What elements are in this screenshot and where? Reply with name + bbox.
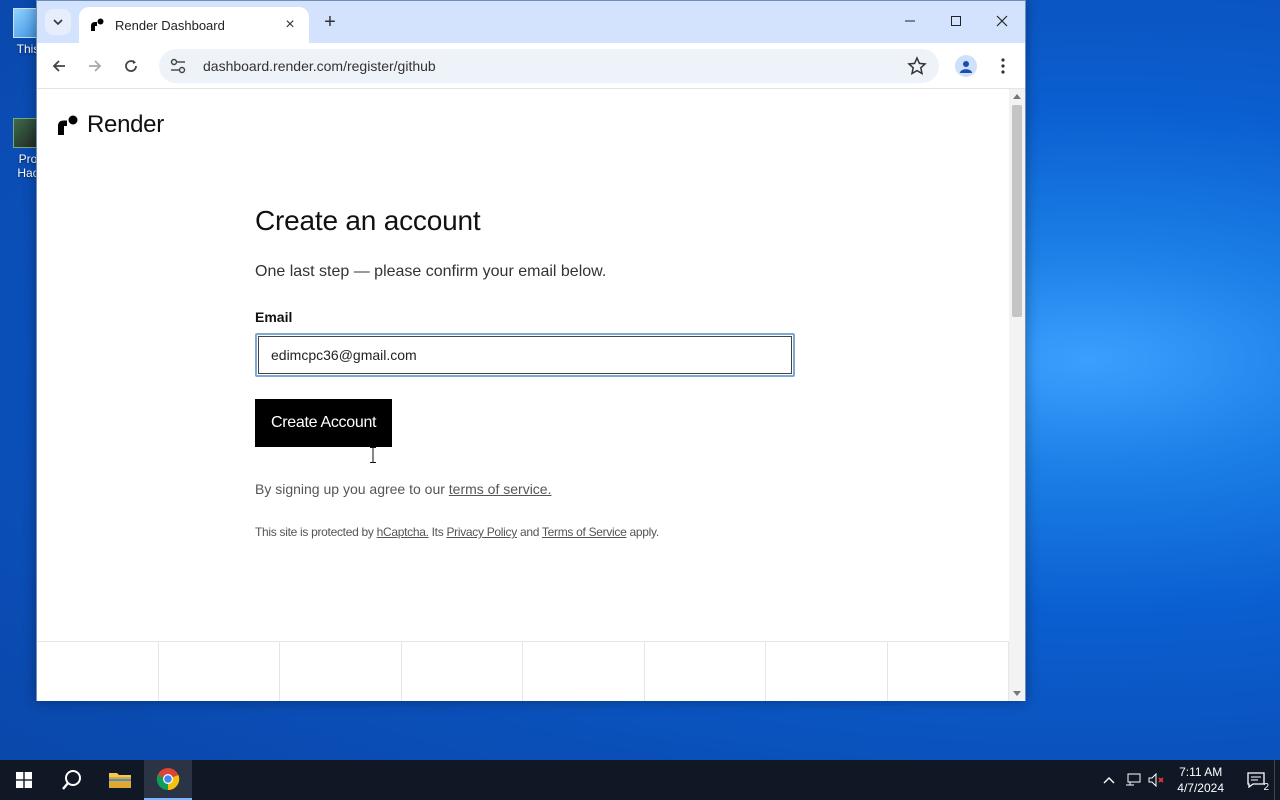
chevron-down-icon <box>53 19 63 26</box>
arrow-left-icon <box>52 60 65 72</box>
minimize-button[interactable] <box>887 1 933 41</box>
render-favicon-icon <box>91 18 104 31</box>
scrollbar-thumb[interactable] <box>1012 105 1022 317</box>
clock-date: 4/7/2024 <box>1177 781 1224 795</box>
site-settings-icon[interactable] <box>169 57 187 75</box>
tab-title: Render Dashboard <box>115 17 225 33</box>
address-bar[interactable]: dashboard.render.com/register/github <box>159 49 939 83</box>
footer-cell <box>37 642 159 701</box>
captcha-prefix: This site is protected by <box>255 525 377 539</box>
footer-cell <box>159 642 280 701</box>
terms-of-service-link[interactable]: terms of service. <box>449 481 552 497</box>
notification-count: 2 <box>1263 782 1269 793</box>
tab-close-icon[interactable]: × <box>281 16 299 34</box>
tab-search-button[interactable] <box>45 9 71 35</box>
profile-button[interactable] <box>955 55 977 77</box>
hcaptcha-link[interactable]: hCaptcha. <box>377 525 429 539</box>
chevron-up-icon <box>1103 777 1115 784</box>
captcha-and: and <box>516 525 542 539</box>
browser-tab[interactable]: Render Dashboard × <box>79 7 309 43</box>
forward-button[interactable] <box>81 52 109 80</box>
chrome-icon <box>156 768 180 791</box>
volume-tray-button[interactable] <box>1145 760 1169 800</box>
captcha-suffix: apply. <box>626 525 660 539</box>
footer-cell <box>523 642 645 701</box>
reload-icon <box>125 60 137 72</box>
create-account-button[interactable]: Create Account <box>255 399 393 447</box>
close-icon <box>996 15 1008 27</box>
maximize-icon <box>951 16 961 26</box>
text-cursor-icon <box>370 447 376 463</box>
arrow-right-icon <box>89 60 102 72</box>
email-field-wrapper <box>255 333 795 377</box>
browser-titlebar: Render Dashboard × + <box>37 1 1025 43</box>
page-title: Create an account <box>255 205 481 236</box>
scroll-up-icon[interactable] <box>1013 94 1021 99</box>
network-icon <box>1126 773 1141 786</box>
taskbar-search-button[interactable] <box>48 760 96 800</box>
user-avatar-icon <box>960 61 972 73</box>
show-hidden-icons-button[interactable] <box>1097 760 1121 800</box>
taskbar-clock[interactable]: 7:11 AM 4/7/2024 <box>1177 764 1224 796</box>
captcha-notice: This site is protected by hCaptcha. Its … <box>255 525 815 539</box>
action-center-button[interactable]: 2 <box>1238 760 1274 800</box>
terms-prefix: By signing up you agree to our <box>255 481 449 497</box>
start-button[interactable] <box>0 760 48 800</box>
file-explorer-button[interactable] <box>96 760 144 800</box>
reload-button[interactable] <box>117 52 145 80</box>
browser-toolbar: dashboard.render.com/register/github <box>37 43 1025 89</box>
privacy-policy-link[interactable]: Privacy Policy <box>446 525 517 539</box>
render-logo-icon <box>58 115 78 135</box>
footer-cell <box>402 642 523 701</box>
browser-window: Render Dashboard × + dashboard.render.co… <box>36 0 1026 701</box>
notification-icon <box>1247 772 1265 788</box>
search-icon <box>62 770 81 790</box>
browser-menu-button[interactable] <box>993 55 1013 77</box>
new-tab-button[interactable]: + <box>319 11 341 34</box>
captcha-mid: Its <box>428 525 447 539</box>
footer-cell <box>280 642 402 701</box>
show-desktop-button[interactable] <box>1274 760 1280 800</box>
windows-start-icon <box>16 772 32 788</box>
more-vertical-icon <box>1001 58 1005 74</box>
network-tray-button[interactable] <box>1121 760 1145 800</box>
footer-cell <box>888 642 1009 701</box>
email-label: Email <box>255 309 293 325</box>
chrome-taskbar-button[interactable] <box>144 760 192 800</box>
url-text: dashboard.render.com/register/github <box>203 58 436 74</box>
footer-grid <box>37 641 1009 701</box>
hcaptcha-terms-link[interactable]: Terms of Service <box>542 525 627 539</box>
maximize-button[interactable] <box>933 1 979 41</box>
system-tray: 7:11 AM 4/7/2024 2 <box>1097 760 1280 800</box>
minimize-icon <box>905 20 915 22</box>
footer-cell <box>645 642 766 701</box>
clock-time: 7:11 AM <box>1179 765 1223 779</box>
folder-icon <box>109 773 131 788</box>
email-field[interactable] <box>258 336 792 374</box>
register-form: Create an account One last step — please… <box>255 205 815 539</box>
back-button[interactable] <box>45 52 73 80</box>
page-scrollbar[interactable] <box>1009 89 1025 701</box>
page-viewport: Render Create an account One last step —… <box>37 89 1025 701</box>
render-logo[interactable]: Render <box>57 111 164 139</box>
footer-cell <box>766 642 888 701</box>
terms-notice: By signing up you agree to our terms of … <box>255 481 815 497</box>
page-subtitle: One last step — please confirm your emai… <box>255 263 607 280</box>
scroll-down-icon[interactable] <box>1013 691 1021 696</box>
bookmark-star-icon[interactable] <box>907 56 927 76</box>
close-window-button[interactable] <box>979 1 1025 41</box>
volume-muted-icon <box>1148 773 1164 787</box>
taskbar: 7:11 AM 4/7/2024 2 <box>0 760 1280 800</box>
logo-text: Render <box>87 111 164 138</box>
